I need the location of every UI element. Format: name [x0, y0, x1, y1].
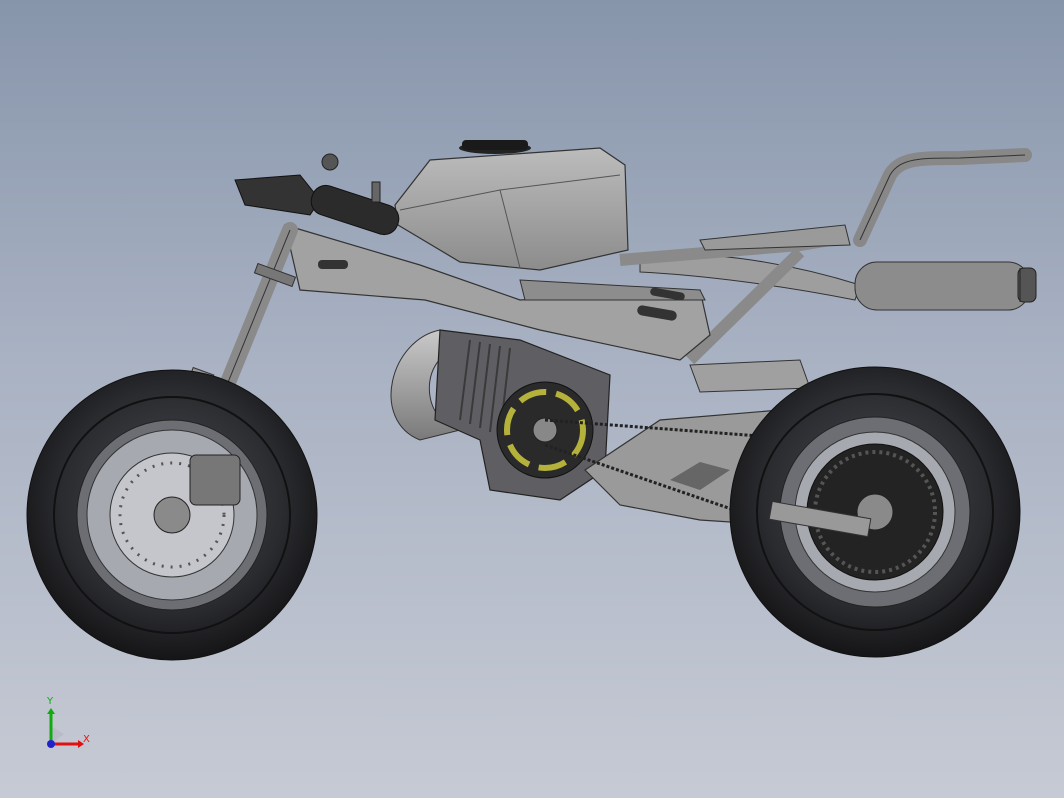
- handlebars: [234, 153, 400, 236]
- motorcycle-model[interactable]: [0, 0, 1064, 798]
- rear-wheel: [729, 366, 1021, 658]
- muffler: [854, 261, 1037, 311]
- engine: [434, 329, 611, 501]
- rear-grab-bar: [853, 148, 1032, 247]
- front-wheel: [26, 369, 318, 661]
- fuel-tank: [394, 140, 629, 271]
- x-axis-label: X: [83, 734, 90, 745]
- cad-graphics-viewport[interactable]: X Y: [0, 0, 1064, 798]
- axis-triad: X Y: [38, 696, 108, 766]
- y-axis-label: Y: [47, 696, 54, 707]
